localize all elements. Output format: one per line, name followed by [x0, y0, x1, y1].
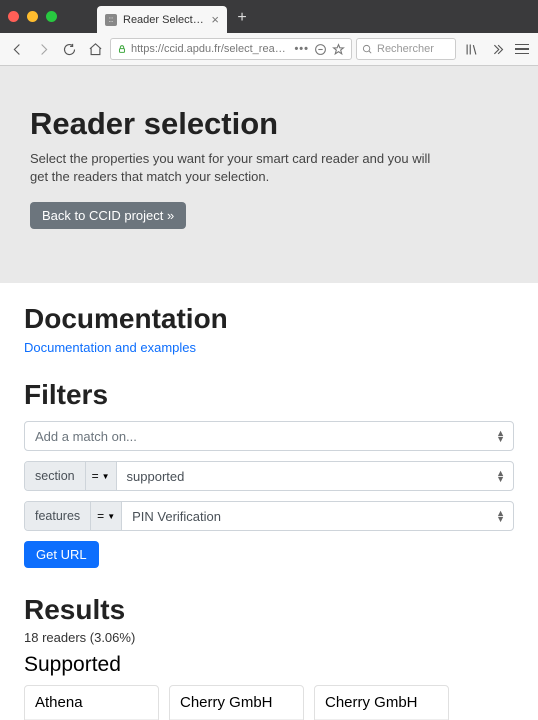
lock-icon — [117, 44, 127, 54]
reader-vendor: Athena — [25, 686, 158, 720]
caret-down-icon: ▼ — [102, 472, 110, 481]
bookmark-icon[interactable] — [331, 43, 345, 56]
search-placeholder: Rechercher — [377, 43, 434, 55]
hero: Reader selection Select the properties y… — [0, 66, 538, 283]
page-title: Reader selection — [30, 106, 508, 142]
tab-title: Reader Selection — [123, 14, 205, 26]
select-caret-icon: ▲▼ — [496, 470, 505, 483]
filter-row-section: section = ▼ supported ▲▼ — [24, 461, 514, 491]
library-icon[interactable] — [460, 38, 482, 60]
select-caret-icon: ▲▼ — [496, 510, 505, 523]
filters-heading: Filters — [24, 379, 514, 411]
new-tab-button[interactable]: + — [231, 7, 253, 29]
filter-operator-select[interactable]: = ▼ — [91, 502, 122, 530]
tab-favicon-icon: :: — [105, 14, 117, 26]
filter-value-select[interactable]: PIN Verification ▲▼ — [122, 502, 513, 530]
reader-card[interactable]: Athena — [24, 685, 159, 720]
page-viewport[interactable]: Reader selection Select the properties y… — [0, 66, 538, 720]
search-icon — [362, 44, 373, 55]
tab-bar: :: Reader Selection × + — [0, 0, 538, 33]
address-bar[interactable]: https://ccid.apdu.fr/select_readers/? ••… — [110, 38, 352, 60]
reader-vendor: Cherry GmbH — [315, 686, 448, 720]
add-match-select[interactable]: Add a match on... ▲▼ — [24, 421, 514, 451]
overflow-icon[interactable] — [486, 38, 508, 60]
results-heading: Results — [24, 594, 514, 626]
page-subtitle: Select the properties you want for your … — [30, 150, 450, 186]
results-summary: 18 readers (3.06%) — [24, 630, 514, 645]
filter-row-features: features = ▼ PIN Verification ▲▼ — [24, 501, 514, 531]
page-actions-icon[interactable]: ••• — [294, 43, 309, 55]
minimize-window-icon[interactable] — [27, 11, 38, 22]
reader-card[interactable]: Cherry GmbH — [169, 685, 304, 720]
maximize-window-icon[interactable] — [46, 11, 57, 22]
reload-button[interactable] — [58, 38, 80, 60]
filter-operator-select[interactable]: = ▼ — [86, 462, 117, 490]
filter-field-label: section — [25, 462, 86, 490]
filter-field-label: features — [25, 502, 91, 530]
filter-value-select[interactable]: supported ▲▼ — [117, 462, 513, 490]
documentation-heading: Documentation — [24, 303, 514, 335]
back-to-project-button[interactable]: Back to CCID project » — [30, 202, 186, 229]
get-url-button[interactable]: Get URL — [24, 541, 99, 568]
app-menu-button[interactable] — [512, 44, 532, 55]
supported-heading: Supported — [24, 653, 514, 677]
results-cards: Athena Cherry GmbH Cherry GmbH — [24, 685, 514, 720]
window-controls — [8, 11, 57, 22]
search-bar[interactable]: Rechercher — [356, 38, 456, 60]
reader-card[interactable]: Cherry GmbH — [314, 685, 449, 720]
toolbar: https://ccid.apdu.fr/select_readers/? ••… — [0, 33, 538, 66]
close-window-icon[interactable] — [8, 11, 19, 22]
add-match-placeholder: Add a match on... — [35, 429, 137, 444]
reader-vendor: Cherry GmbH — [170, 686, 303, 720]
documentation-link[interactable]: Documentation and examples — [24, 340, 196, 355]
url-text: https://ccid.apdu.fr/select_readers/? — [131, 43, 290, 55]
back-button[interactable] — [6, 38, 28, 60]
close-tab-icon[interactable]: × — [211, 12, 219, 27]
forward-button[interactable] — [32, 38, 54, 60]
home-button[interactable] — [84, 38, 106, 60]
caret-down-icon: ▼ — [107, 512, 115, 521]
browser-tab[interactable]: :: Reader Selection × — [97, 6, 227, 33]
select-caret-icon: ▲▼ — [496, 430, 505, 443]
reader-mode-icon[interactable] — [313, 43, 327, 56]
